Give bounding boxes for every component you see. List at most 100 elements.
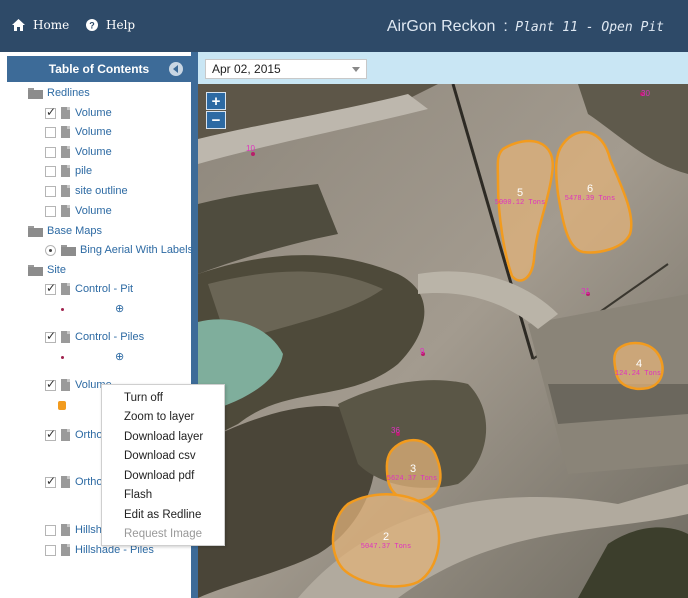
help-icon: ?: [86, 19, 98, 31]
menu-item-download-layer[interactable]: Download layer: [124, 431, 203, 443]
layer-checkbox[interactable]: [45, 427, 56, 441]
layer-icon: [61, 126, 70, 138]
layer-checkbox[interactable]: [45, 377, 56, 391]
toc-group-redlines[interactable]: Redlines: [28, 84, 90, 102]
app-name: AirGon Reckon: [386, 18, 496, 35]
layer-label[interactable]: site outline: [75, 185, 128, 197]
toc-layer-ortho-1[interactable]: Ortho: [45, 426, 103, 444]
layer-label[interactable]: Hillsh: [75, 524, 102, 536]
toc-title: Table of Contents: [48, 62, 150, 76]
map-view[interactable]: 5 5000.12 Tons 6 5478.39 Tons 4 124.24 T…: [198, 84, 688, 598]
menu-item-edit-as-redline[interactable]: Edit as Redline: [124, 509, 201, 521]
date-selector[interactable]: Apr 02, 2015: [205, 59, 367, 79]
help-link[interactable]: ? Help: [86, 18, 135, 32]
brand-separator: :: [503, 18, 508, 35]
layer-checkbox[interactable]: [45, 544, 56, 556]
home-link[interactable]: Home: [12, 18, 69, 32]
layer-label[interactable]: Control - Piles: [75, 331, 144, 343]
aerial-imagery: 5 5000.12 Tons 6 5478.39 Tons 4 124.24 T…: [198, 84, 688, 598]
pile-id-label: 4: [636, 358, 642, 370]
control-point-label: 9: [420, 347, 425, 356]
control-point-label: 36: [391, 426, 400, 435]
layer-icon: [61, 283, 70, 295]
toc-layer-ortho-2[interactable]: Ortho: [45, 473, 103, 491]
menu-item-flash[interactable]: Flash: [124, 489, 152, 501]
layer-icon: [61, 165, 70, 177]
layer-checkbox[interactable]: [45, 205, 56, 217]
layer-icon: [61, 379, 70, 391]
menu-item-download-pdf[interactable]: Download pdf: [124, 470, 194, 482]
collapse-panel-icon[interactable]: [169, 62, 183, 76]
chevron-down-icon: [352, 67, 360, 72]
menu-item-request-image: Request Image: [124, 528, 202, 540]
pile-tonnage-label: 124.24 Tons: [615, 370, 661, 378]
layer-label[interactable]: Volume: [75, 205, 112, 217]
help-label: Help: [106, 18, 136, 32]
date-value: Apr 02, 2015: [212, 62, 281, 76]
layer-checkbox[interactable]: [45, 524, 56, 536]
app-header: Home ? Help AirGon Reckon: Plant 11 - Op…: [0, 0, 688, 52]
toc-group-site[interactable]: Site: [28, 261, 66, 279]
layer-label[interactable]: Volume: [75, 126, 112, 138]
toc-group-base-maps[interactable]: Base Maps: [28, 222, 102, 240]
toc-layer-control-pit[interactable]: Control - Pit: [45, 280, 133, 298]
group-label: Redlines: [47, 87, 90, 99]
layer-label[interactable]: Bing Aerial With Labels: [80, 244, 193, 256]
layer-icon: [61, 429, 70, 441]
toc-layer-redline-volume-2[interactable]: Volume: [45, 123, 112, 141]
project-name: Plant 11 - Open Pit: [515, 20, 664, 35]
pile-id-label: 3: [410, 463, 416, 475]
basemap-radio[interactable]: [45, 244, 56, 256]
folder-icon: [28, 264, 43, 276]
menu-item-zoom-to-layer[interactable]: Zoom to layer: [124, 411, 194, 423]
layer-context-menu: Turn off Zoom to layer Download layer Do…: [101, 384, 225, 546]
folder-icon: [61, 244, 76, 256]
layer-checkbox[interactable]: [45, 165, 56, 177]
layer-icon: [61, 476, 70, 488]
layer-icon: [61, 146, 70, 158]
layer-label[interactable]: Ortho: [75, 476, 103, 488]
toc-layer-redline-volume-3[interactable]: Volume: [45, 143, 112, 161]
layer-checkbox[interactable]: [45, 474, 56, 488]
zoom-out-button[interactable]: −: [206, 111, 226, 129]
pile-tonnage-label: 5047.37 Tons: [361, 543, 411, 551]
group-label: Site: [47, 264, 66, 276]
toc-layer-redline-volume-4[interactable]: Volume: [45, 202, 112, 220]
pile-id-label: 6: [587, 183, 593, 195]
layer-label[interactable]: Volume: [75, 107, 112, 119]
zoom-in-button[interactable]: +: [206, 92, 226, 110]
toc-layer-redline-pile[interactable]: pile: [45, 162, 92, 180]
control-point-label: 30: [641, 89, 650, 98]
layer-checkbox[interactable]: [45, 105, 56, 119]
layer-checkbox[interactable]: [45, 185, 56, 197]
toc-layer-redline-site-outline[interactable]: site outline: [45, 182, 128, 200]
layer-checkbox[interactable]: [45, 126, 56, 138]
pile-id-label: 5: [517, 187, 523, 199]
layer-label[interactable]: Volume: [75, 146, 112, 158]
layer-label[interactable]: Ortho: [75, 429, 103, 441]
layer-checkbox[interactable]: [45, 329, 56, 343]
control-point-symbol: [61, 356, 64, 359]
toc-layer-redline-volume-1[interactable]: Volume: [45, 104, 112, 122]
layer-checkbox[interactable]: [45, 281, 56, 295]
layer-label[interactable]: pile: [75, 165, 92, 177]
zoom-to-layer-icon[interactable]: ⊕: [115, 302, 124, 315]
toc-basemap-bing[interactable]: Bing Aerial With Labels: [45, 241, 193, 259]
layer-icon: [61, 544, 70, 556]
toc-layer-hillshade-pit[interactable]: Hillsh: [45, 521, 102, 539]
control-point-label: 10: [246, 144, 255, 153]
pile-id-label: 2: [383, 531, 389, 543]
layer-label[interactable]: Control - Pit: [75, 283, 133, 295]
layer-icon: [61, 331, 70, 343]
app-brand: AirGon Reckon: Plant 11 - Open Pit: [387, 18, 664, 36]
zoom-to-layer-icon[interactable]: ⊕: [115, 350, 124, 363]
folder-icon: [28, 225, 43, 237]
menu-item-turn-off[interactable]: Turn off: [124, 392, 163, 404]
volume-symbol: [58, 401, 66, 410]
home-icon: [12, 19, 25, 31]
toc-layer-control-piles[interactable]: Control - Piles: [45, 328, 144, 346]
layer-icon: [61, 107, 70, 119]
layer-checkbox[interactable]: [45, 146, 56, 158]
menu-item-download-csv[interactable]: Download csv: [124, 450, 196, 462]
layer-icon: [61, 205, 70, 217]
